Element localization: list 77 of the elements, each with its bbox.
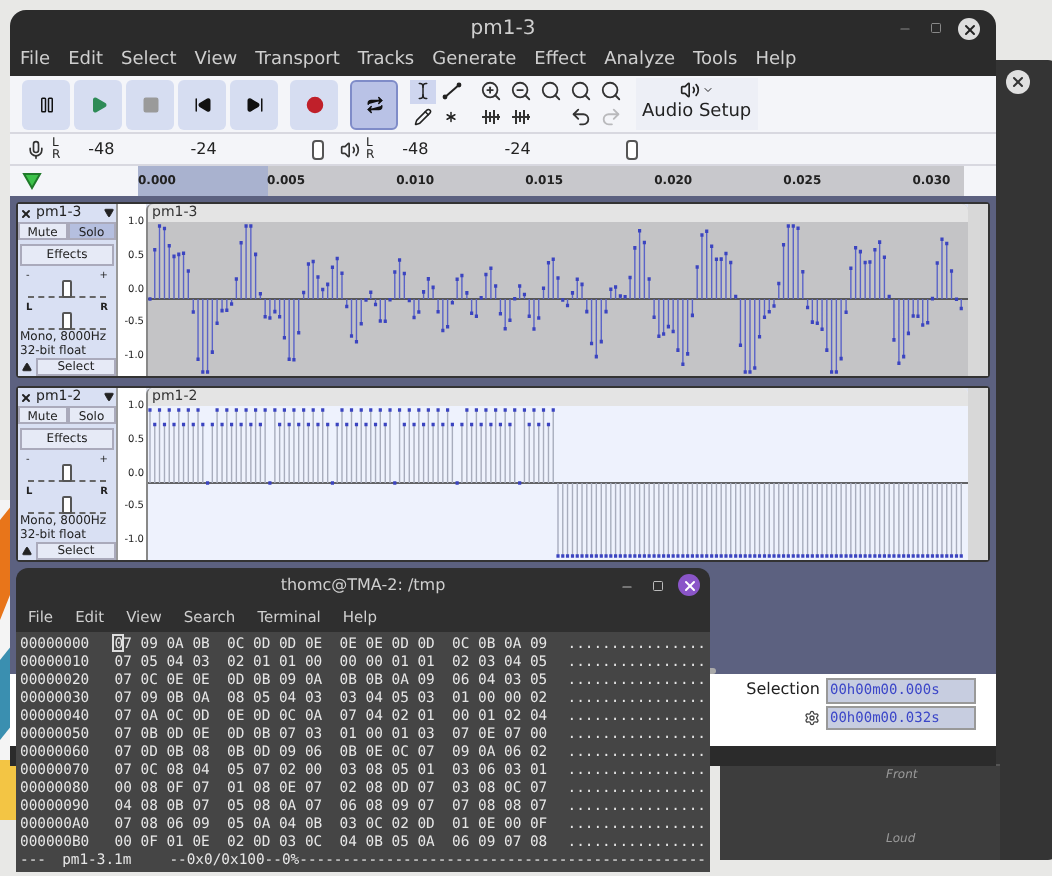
menu-item[interactable]: Tools [693,48,738,76]
edit-button[interactable] [506,105,534,129]
menu-item[interactable]: Transport [255,48,340,76]
close-icon[interactable] [20,207,32,219]
meter-tick: -24 [504,137,531,161]
undo-icon [569,106,591,128]
stop-icon [141,95,159,113]
close-icon[interactable] [20,391,32,403]
audio-setup-button[interactable]: Audio Setup [636,78,758,130]
edit-button[interactable] [476,79,504,103]
collapse-icon[interactable] [22,546,32,556]
collapse-icon[interactable] [22,362,32,372]
minimize-icon[interactable] [620,580,634,594]
slider-thumb[interactable] [62,464,72,482]
asterisk-icon [442,108,460,126]
menu-item[interactable]: Help [755,48,797,76]
slider-thumb[interactable] [62,496,72,514]
dropdown-icon [104,208,114,218]
menu-item[interactable]: Tracks [357,48,415,76]
edit-button[interactable] [506,79,534,103]
skip-back-icon [193,95,211,113]
window-title: thomc@TMA-2: /tmp [280,574,446,598]
scrollbar[interactable] [968,204,988,376]
edit-button[interactable] [596,79,624,103]
slider-thumb[interactable] [62,312,72,330]
slider-thumb[interactable] [62,280,72,298]
microphone-icon[interactable] [26,139,46,159]
menu-item[interactable]: View [194,48,238,76]
play-head-icon[interactable] [22,172,42,190]
envelope-icon [441,82,461,100]
magnifier-icon [599,80,621,102]
transport-button[interactable] [22,79,70,129]
meter-slider-thumb[interactable] [312,139,324,159]
menu-item[interactable]: Effect [534,48,587,76]
redo-icon [599,106,621,128]
cursor-icon [414,82,432,100]
magnifier-icon [569,80,591,102]
menu-item[interactable]: Analyze [604,48,676,76]
maximize-icon[interactable] [652,580,664,592]
waveform-icon [509,108,531,126]
speaker-icon[interactable] [340,139,360,159]
record-icon [305,95,323,113]
zoom-in-icon [479,80,501,102]
transport-button[interactable] [230,79,278,129]
menu-item[interactable]: Select [121,48,177,76]
magnifier-icon [539,80,561,102]
transport-button[interactable] [350,79,398,129]
meter-tick: -48 [88,137,115,161]
dropdown-icon [104,392,114,402]
loop-icon [365,95,383,113]
meter-slider-thumb[interactable] [626,139,638,159]
meter-tick: -24 [190,137,217,161]
timeline-selection[interactable] [138,166,268,196]
window-title: pm1-3 [470,16,536,44]
pencil-icon [414,108,432,126]
waveform-icon [479,108,501,126]
edit-button[interactable] [536,79,564,103]
edit-button[interactable] [566,79,594,103]
menu-item[interactable]: Edit [68,48,103,76]
tool-button[interactable] [410,79,436,103]
settings-icon[interactable] [804,709,820,726]
play-icon [89,95,107,113]
close-icon[interactable] [678,574,700,596]
pause-icon [37,95,55,113]
close-icon[interactable] [958,18,980,40]
skip-forward-icon [245,95,263,113]
zoom-out-icon [509,80,531,102]
meter-tick: -48 [402,137,429,161]
menu-item[interactable]: Generate [432,48,517,76]
dropdown-icon [701,84,714,97]
edit-button[interactable] [476,105,504,129]
scrollbar[interactable] [968,388,988,560]
speaker-icon [679,80,700,101]
menu-item[interactable]: File [20,48,51,76]
maximize-icon[interactable] [930,22,942,34]
transport-button[interactable] [178,79,226,129]
selection-label: Selection [746,678,820,703]
